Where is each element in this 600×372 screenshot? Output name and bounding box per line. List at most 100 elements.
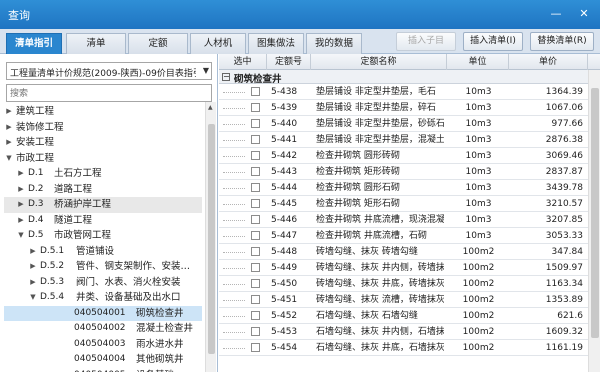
tree-item[interactable]: ▶ D.3 桥涵护岸工程: [4, 197, 202, 213]
collapsed-arrow-icon[interactable]: ▶: [16, 182, 26, 198]
spec-dropdown[interactable]: 工程量清单计价规范(2009-陕西)-09价目表指引 ▼: [6, 62, 212, 80]
tab-list[interactable]: 清单: [66, 33, 126, 54]
scrollbar-thumb[interactable]: [208, 124, 215, 354]
table-row[interactable]: 5-452 石墙勾缝、抹灰 石墙勾缝 100m2 621.6: [219, 308, 600, 324]
insert-sub-button[interactable]: 插入子目: [396, 32, 456, 51]
table-row[interactable]: 5-438 垫层铺设 非定型井垫层，毛石 10m3 1364.39: [219, 84, 600, 100]
tab-my-data[interactable]: 我的数据: [306, 33, 362, 54]
quota-code: 5-447: [271, 231, 298, 241]
collapsed-arrow-icon[interactable]: ▶: [28, 275, 38, 291]
insert-list-button[interactable]: 插入清单(I): [463, 32, 523, 51]
collapsed-arrow-icon[interactable]: ▶: [4, 104, 14, 120]
col-header-name[interactable]: 定额名称: [311, 54, 447, 70]
table-row[interactable]: 5-447 检查井砌筑 井底流槽，石砌 10m3 3053.33: [219, 228, 600, 244]
row-checkbox[interactable]: [251, 327, 260, 336]
collapsed-arrow-icon[interactable]: ▶: [4, 135, 14, 151]
tree-item[interactable]: ▼ 市政工程: [4, 151, 202, 167]
replace-list-button[interactable]: 替换清单(R): [530, 32, 594, 51]
category-tree: ▶ 建筑工程 ▶ 装饰修工程 ▶ 安装工程 ▼ 市政工程 ▶ D.1 土石方工程 ▶ D.2 道路工程 ▶ D…: [4, 104, 202, 372]
row-checkbox[interactable]: [251, 247, 260, 256]
group-row[interactable]: − 砌筑检查井: [219, 70, 600, 85]
table-row[interactable]: 5-448 砖墙勾缝、抹灰 砖墙勾缝 100m2 347.84: [219, 244, 600, 260]
collapse-icon[interactable]: −: [222, 73, 230, 81]
expanded-arrow-icon[interactable]: ▼: [28, 290, 38, 306]
row-checkbox[interactable]: [251, 231, 260, 240]
tree-item[interactable]: ▶ 建筑工程: [4, 104, 202, 120]
tree-scrollbar[interactable]: ▲: [205, 102, 216, 372]
row-checkbox[interactable]: [251, 215, 260, 224]
tab-quota[interactable]: 定额: [128, 33, 188, 54]
scroll-up-icon[interactable]: ▲: [208, 104, 213, 111]
expanded-arrow-icon[interactable]: ▼: [16, 228, 26, 244]
table-row[interactable]: 5-441 垫层铺设 非定型井垫层，混凝土 10m3 2876.38: [219, 132, 600, 148]
quota-price: 3439.78: [545, 183, 583, 193]
col-header-select[interactable]: 选中: [219, 54, 267, 70]
expanded-arrow-icon[interactable]: ▼: [4, 151, 14, 167]
chevron-down-icon[interactable]: ▼: [203, 66, 209, 75]
table-row[interactable]: 5-444 检查井砌筑 圆形石砌 10m3 3439.78: [219, 180, 600, 196]
table-row[interactable]: 5-449 砖墙勾缝、抹灰 井内侧，砖墙抹灰 100m2 1509.97: [219, 260, 600, 276]
table-row[interactable]: 5-445 检查井砌筑 矩形石砌 10m3 3210.57: [219, 196, 600, 212]
quota-name: 垫层铺设 非定型井垫层，毛石: [316, 87, 436, 97]
tree-item-label: 其他砌筑井: [136, 354, 184, 365]
tree-item[interactable]: 040504001 砌筑检查井: [4, 305, 202, 321]
tree-item[interactable]: ▶ D.5.2 管件、钢支架制作、安装…: [4, 259, 202, 275]
table-row[interactable]: 5-446 检查井砌筑 井底流槽，现浇混凝土 10m3 3207.85: [219, 212, 600, 228]
scrollbar-thumb[interactable]: [591, 88, 599, 338]
tree-item[interactable]: ▶ D.2 道路工程: [4, 182, 202, 198]
tree-item[interactable]: ▼ D.5 市政管网工程: [4, 228, 202, 244]
tree-item[interactable]: 040504005 设备基础: [4, 368, 202, 372]
tree-item[interactable]: ▼ D.5.4 井类、设备基础及出水口: [4, 290, 202, 306]
collapsed-arrow-icon[interactable]: ▶: [28, 244, 38, 260]
tree-item[interactable]: ▶ D.4 隧道工程: [4, 213, 202, 229]
table-row[interactable]: 5-451 砖墙勾缝、抹灰 流槽，砖墙抹灰 100m2 1353.89: [219, 292, 600, 308]
row-checkbox[interactable]: [251, 279, 260, 288]
col-header-unit[interactable]: 单位: [447, 54, 509, 70]
table-row[interactable]: 5-440 垫层铺设 非定型井垫层，砂砾石 10m3 977.66: [219, 116, 600, 132]
collapsed-arrow-icon[interactable]: ▶: [4, 120, 14, 136]
collapsed-arrow-icon[interactable]: ▶: [16, 213, 26, 229]
table-row[interactable]: 5-443 检查井砌筑 矩形砖砌 10m3 2837.87: [219, 164, 600, 180]
row-checkbox[interactable]: [251, 167, 260, 176]
row-checkbox[interactable]: [251, 343, 260, 352]
table-scrollbar[interactable]: [588, 70, 600, 372]
tree-item[interactable]: 040504004 其他砌筑井: [4, 352, 202, 368]
row-checkbox[interactable]: [251, 263, 260, 272]
tree-item[interactable]: ▶ 装饰修工程: [4, 120, 202, 136]
toolbar: 清单指引 清单 定额 人材机 图集做法 我的数据 插入子目 插入清单(I) 替换…: [0, 29, 600, 54]
row-checkbox[interactable]: [251, 135, 260, 144]
table-row[interactable]: 5-450 砖墙勾缝、抹灰 井底，砖墙抹灰 100m2 1163.34: [219, 276, 600, 292]
tree-item[interactable]: ▶ D.1 土石方工程: [4, 166, 202, 182]
collapsed-arrow-icon[interactable]: ▶: [16, 166, 26, 182]
col-header-price[interactable]: 单价: [509, 54, 588, 70]
col-header-code[interactable]: 定额号: [267, 54, 311, 70]
table-row[interactable]: 5-439 垫层铺设 非定型井垫层，碎石 10m3 1067.06: [219, 100, 600, 116]
tab-drawing-method[interactable]: 图集做法: [248, 33, 304, 54]
collapsed-arrow-icon[interactable]: ▶: [16, 197, 26, 213]
search-input[interactable]: [10, 86, 200, 101]
collapsed-arrow-icon[interactable]: ▶: [28, 259, 38, 275]
tab-labor-material[interactable]: 人材机: [190, 33, 246, 54]
tree-item[interactable]: 040504003 雨水进水井: [4, 337, 202, 353]
tree-item[interactable]: 040504002 混凝土检查井: [4, 321, 202, 337]
quota-price: 1364.39: [545, 87, 583, 97]
row-checkbox[interactable]: [251, 199, 260, 208]
table-row[interactable]: 5-453 石墙勾缝、抹灰 井内侧，石墙抹灰 100m2 1609.32: [219, 324, 600, 340]
tree-item[interactable]: ▶ D.5.1 管道铺设: [4, 244, 202, 260]
row-checkbox[interactable]: [251, 103, 260, 112]
tree-item[interactable]: ▶ 安装工程: [4, 135, 202, 151]
row-checkbox[interactable]: [251, 119, 260, 128]
tree-item-code: D.5.2: [40, 261, 65, 271]
close-icon[interactable]: ✕: [576, 6, 592, 22]
tab-list-guide[interactable]: 清单指引: [6, 33, 62, 54]
row-checkbox[interactable]: [251, 183, 260, 192]
row-checkbox[interactable]: [251, 311, 260, 320]
row-checkbox[interactable]: [251, 295, 260, 304]
search-field[interactable]: [6, 84, 212, 102]
minimize-icon[interactable]: —: [548, 6, 564, 22]
row-checkbox[interactable]: [251, 151, 260, 160]
row-checkbox[interactable]: [251, 87, 260, 96]
table-row[interactable]: 5-454 石墙勾缝、抹灰 井底，石墙抹灰 100m2 1161.19: [219, 340, 600, 356]
tree-item[interactable]: ▶ D.5.3 阀门、水表、消火栓安装: [4, 275, 202, 291]
table-row[interactable]: 5-442 检查井砌筑 圆形砖砌 10m3 3069.46: [219, 148, 600, 164]
